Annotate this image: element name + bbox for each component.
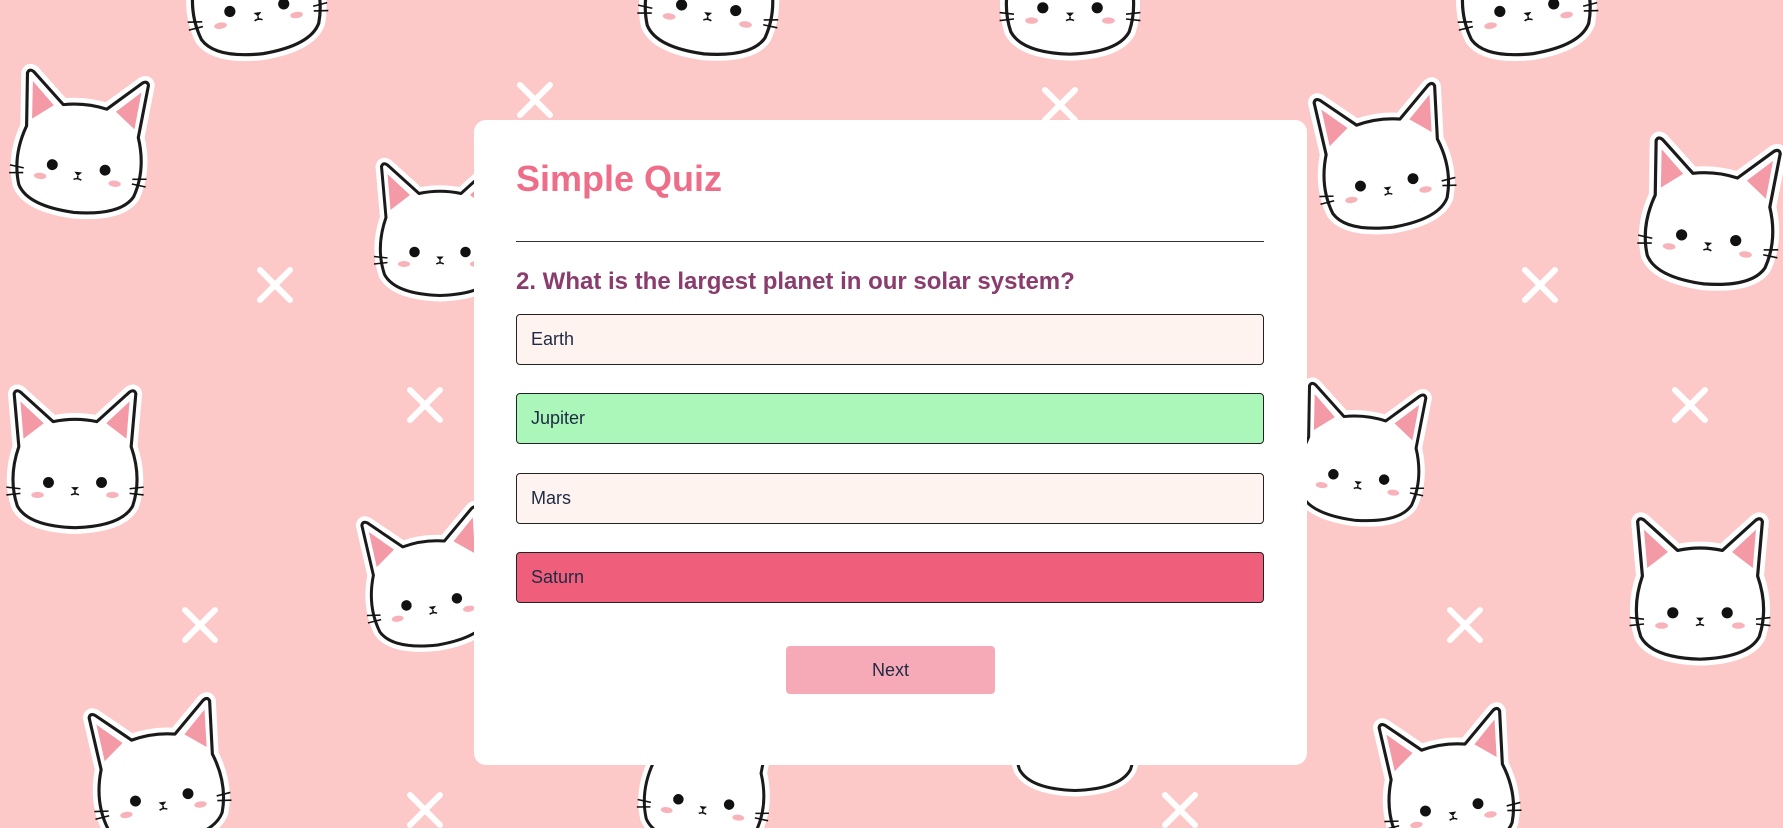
cat-face-sticker — [1306, 82, 1461, 237]
cat-face-sticker — [6, 69, 157, 220]
x-mark-decoration — [1675, 390, 1705, 420]
cat-face-sticker — [634, 0, 789, 61]
cat-face-sticker — [1634, 137, 1783, 291]
quiz-title: Simple Quiz — [516, 158, 723, 199]
next-button[interactable]: Next — [786, 646, 995, 694]
cat-face-sticker — [1000, 0, 1141, 54]
title-divider — [516, 241, 1264, 242]
cat-face-sticker — [1444, 0, 1603, 63]
x-mark-decoration — [260, 270, 290, 300]
cat-face-sticker — [6, 391, 143, 528]
cat-face-sticker — [174, 0, 333, 63]
quiz-card: Simple Quiz 2. What is the largest plane… — [474, 120, 1307, 765]
answer-button-saturn[interactable]: Saturn — [516, 552, 1264, 603]
answer-button-earth[interactable]: Earth — [516, 314, 1264, 365]
cat-face-sticker — [1630, 519, 1771, 659]
cat-face-sticker — [81, 697, 236, 828]
question-text: 2. What is the largest planet in our sol… — [516, 268, 1075, 295]
cat-face-sticker — [1289, 382, 1434, 527]
x-mark-decoration — [410, 390, 440, 420]
x-mark-decoration — [520, 85, 550, 115]
x-mark-decoration — [1045, 90, 1075, 120]
x-mark-decoration — [185, 610, 215, 640]
x-mark-decoration — [1165, 795, 1195, 825]
answer-button-mars[interactable]: Mars — [516, 473, 1264, 524]
x-mark-decoration — [1525, 270, 1555, 300]
answer-button-jupiter[interactable]: Jupiter — [516, 393, 1264, 444]
x-mark-decoration — [410, 795, 440, 825]
x-mark-decoration — [1450, 610, 1480, 640]
cat-face-sticker — [1371, 707, 1526, 828]
